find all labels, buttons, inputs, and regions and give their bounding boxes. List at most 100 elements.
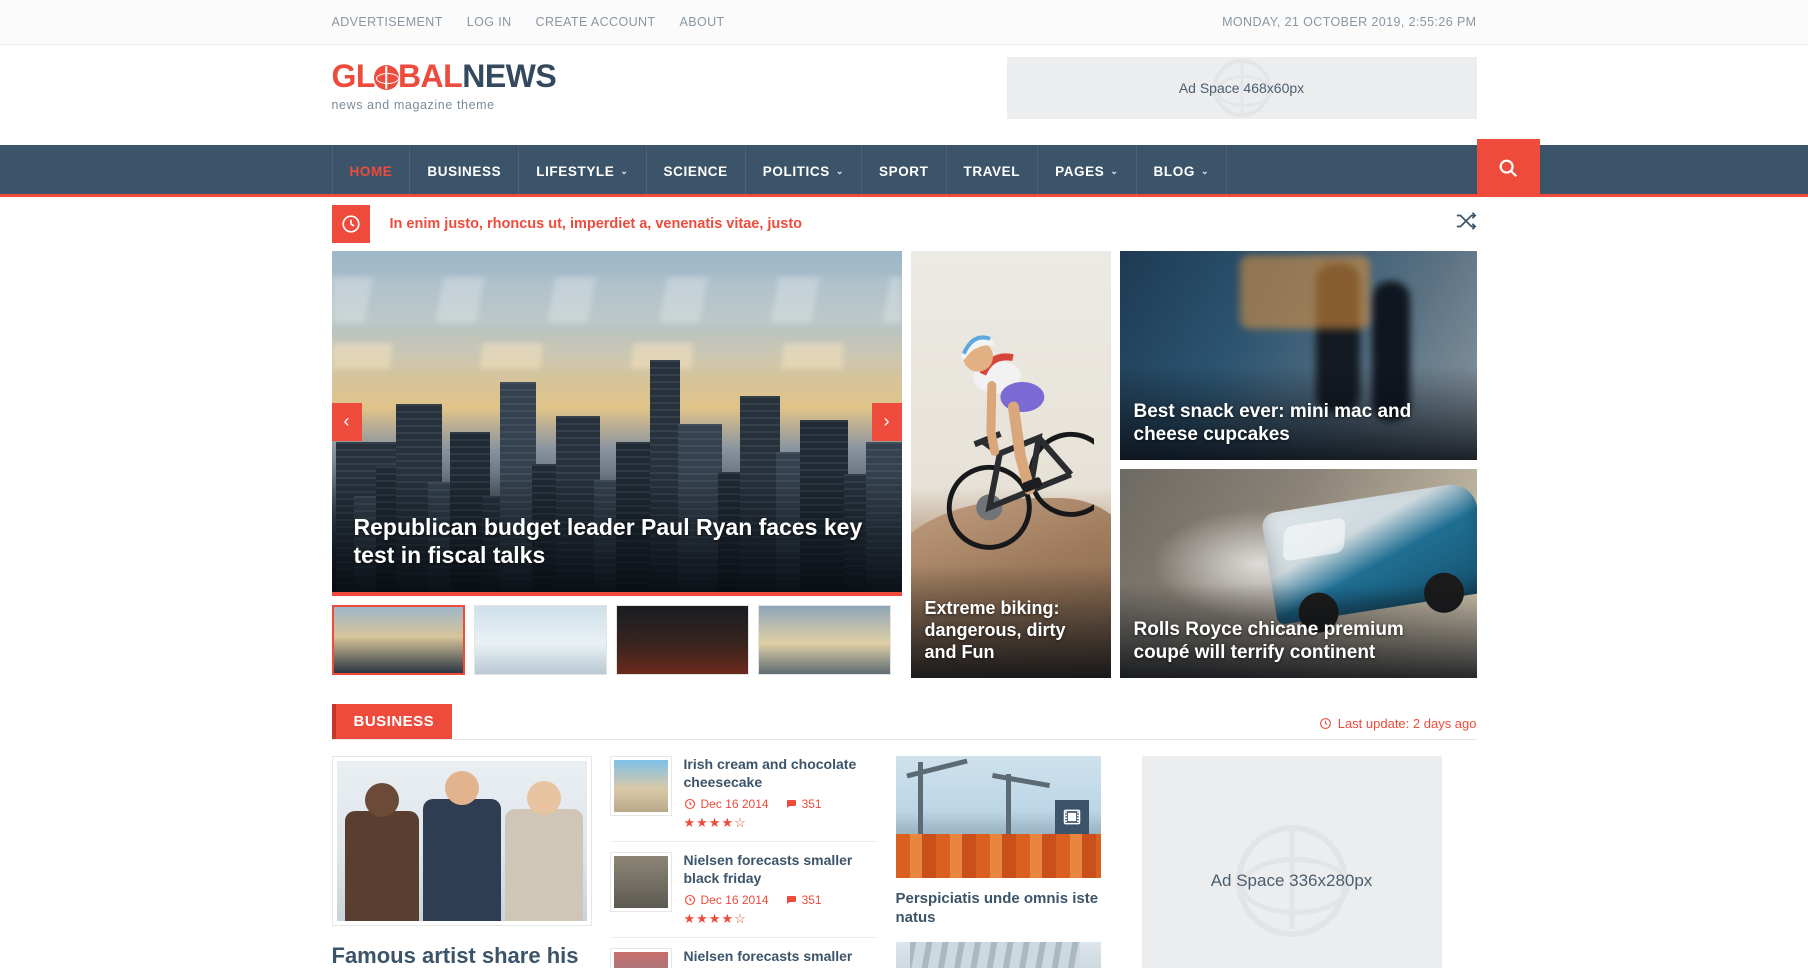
header-ad-banner[interactable]: Ad Space 468x60px xyxy=(1006,57,1477,119)
list-item[interactable]: Nielsen forecasts smaller black friday De… xyxy=(609,842,878,938)
list-item-thumbnail xyxy=(609,852,672,912)
tile-headline-biking[interactable]: Extreme biking: dangerous, dirty and Fun xyxy=(925,598,1097,664)
slider-thumb-2[interactable] xyxy=(473,605,607,675)
list-item-comment-count: 351 xyxy=(801,893,822,907)
businessman-3 xyxy=(504,809,583,921)
top-link-login[interactable]: LOG IN xyxy=(467,15,512,29)
list-item-rating: ★★★★☆ xyxy=(683,815,747,830)
hero-tile-biking[interactable]: Extreme biking: dangerous, dirty and Fun xyxy=(910,251,1111,678)
businessman-head-2 xyxy=(444,771,479,805)
cyclist-illustration xyxy=(946,335,1094,550)
list-item-date: Dec 16 2014 xyxy=(700,893,769,907)
hero-middle-column: Extreme biking: dangerous, dirty and Fun xyxy=(910,251,1111,678)
nav-item-home[interactable]: HOME xyxy=(331,145,411,197)
logo-tagline: news and magazine theme xyxy=(331,98,495,112)
nav-item-science[interactable]: SCIENCE xyxy=(647,145,746,197)
businessman-head-3 xyxy=(526,781,561,815)
logo-text-news: NEWS xyxy=(462,58,557,94)
businessman-head-1 xyxy=(364,783,399,817)
feature-image xyxy=(336,761,587,921)
top-links: ADVERTISEMENT LOG IN CREATE ACCOUNT ABOU… xyxy=(332,15,725,29)
slider-thumb-4[interactable] xyxy=(757,605,891,675)
list-item-comment-count: 351 xyxy=(801,797,822,811)
nav-item-lifestyle[interactable]: LIFESTYLE ⌄ xyxy=(519,145,647,197)
hero-tile-rolls[interactable]: Rolls Royce chicane premium coupé will t… xyxy=(1119,469,1477,678)
search-button[interactable] xyxy=(1476,139,1540,197)
chevron-down-icon: ⌄ xyxy=(1110,165,1119,176)
list-item-title[interactable]: Nielsen forecasts smaller black friday xyxy=(684,948,878,968)
list-item-date-wrap: Dec 16 2014 xyxy=(684,893,769,907)
list-item-image xyxy=(613,952,668,968)
list-item-comments-wrap: 351 xyxy=(785,797,822,811)
tile-caption-snack: Best snack ever: mini mac and cheese cup… xyxy=(1119,365,1477,460)
hero-slide[interactable]: ‹ › Republican budget leader Paul Ryan f… xyxy=(331,251,902,596)
nav-item-label: SPORT xyxy=(878,163,929,179)
slider-next-arrow[interactable]: › xyxy=(871,402,902,441)
list-item-title[interactable]: Irish cream and chocolate cheesecake xyxy=(684,756,878,791)
breaking-news-ticker: In enim justo, rhoncus ut, imperdiet a, … xyxy=(331,197,1477,251)
logo-text-gl: GL xyxy=(331,58,376,94)
video-thumbnail-2[interactable] xyxy=(895,941,1101,968)
tile-headline-rolls[interactable]: Rolls Royce chicane premium coupé will t… xyxy=(1134,618,1463,664)
slider-thumb-3[interactable] xyxy=(615,605,749,675)
hero-headline[interactable]: Republican budget leader Paul Ryan faces… xyxy=(354,513,880,571)
business-feature-column: Famous artist share his works for free xyxy=(331,756,592,968)
tile-headline-snack[interactable]: Best snack ever: mini mac and cheese cup… xyxy=(1134,400,1463,446)
business-section-body: Famous artist share his works for free I… xyxy=(331,756,1477,968)
list-item-meta: Dec 16 2014 351 xyxy=(684,797,878,811)
nav-item-label: HOME xyxy=(349,163,393,179)
clock-icon xyxy=(684,894,695,906)
header-ad-label: Ad Space 468x60px xyxy=(1178,80,1305,96)
ticker-headline[interactable]: In enim justo, rhoncus ut, imperdiet a, … xyxy=(390,216,1455,232)
nav-item-label: SCIENCE xyxy=(663,163,728,179)
top-link-advertisement[interactable]: ADVERTISEMENT xyxy=(332,15,443,29)
slider-thumb-1[interactable] xyxy=(331,605,465,675)
page-root: ADVERTISEMENT LOG IN CREATE ACCOUNT ABOU… xyxy=(0,0,1808,968)
chevron-down-icon: ⌄ xyxy=(835,165,844,176)
nav-item-label: TRAVEL xyxy=(963,163,1021,179)
section-title-business[interactable]: BUSINESS xyxy=(331,704,453,739)
top-link-create-account[interactable]: CREATE ACCOUNT xyxy=(536,15,656,29)
business-video-column: Perspiciatis unde omnis iste natus xyxy=(895,756,1124,968)
top-utility-bar: ADVERTISEMENT LOG IN CREATE ACCOUNT ABOU… xyxy=(0,0,1808,45)
top-link-about[interactable]: ABOUT xyxy=(680,15,725,29)
main-navigation: HOME BUSINESS LIFESTYLE ⌄ SCIENCE POLITICS ⌄ SP… xyxy=(0,139,1808,197)
search-icon xyxy=(1499,159,1518,178)
chevron-down-icon: ⌄ xyxy=(1200,165,1210,176)
site-logo[interactable]: GL BALNEWS news and magazine theme xyxy=(332,60,557,112)
logo-wordmark: GL BALNEWS xyxy=(332,60,557,92)
list-item-thumbnail xyxy=(609,756,672,816)
list-item[interactable]: Irish cream and chocolate cheesecake Dec … xyxy=(609,756,878,842)
nav-item-business[interactable]: BUSINESS xyxy=(410,145,520,197)
ticker-clock-badge xyxy=(331,205,370,243)
video-play-badge[interactable] xyxy=(1054,800,1089,834)
sidebar-ad[interactable]: Ad Space 336x280px xyxy=(1141,756,1442,968)
list-item[interactable]: Nielsen forecasts smaller black fridayDe… xyxy=(609,938,878,968)
nav-item-pages[interactable]: PAGES ⌄ xyxy=(1038,145,1137,197)
nav-item-label: PAGES xyxy=(1055,163,1105,179)
nav-item-blog[interactable]: BLOG ⌄ xyxy=(1137,145,1228,197)
nav-item-label: POLITICS xyxy=(762,163,830,179)
slider-thumbnails xyxy=(331,605,902,675)
feature-image-frame[interactable] xyxy=(331,756,592,926)
comment-icon xyxy=(786,896,796,904)
current-datetime: MONDAY, 21 OCTOBER 2019, 2:55:26 PM xyxy=(1222,15,1477,29)
feature-headline[interactable]: Famous artist share his works for free xyxy=(332,942,592,968)
businessman-2 xyxy=(422,799,501,921)
hero-tile-snack[interactable]: Best snack ever: mini mac and cheese cup… xyxy=(1119,251,1477,460)
list-item-title[interactable]: Nielsen forecasts smaller black friday xyxy=(684,852,878,887)
sidebar-ad-label: Ad Space 336x280px xyxy=(1210,871,1373,890)
nav-item-sport[interactable]: SPORT xyxy=(862,145,947,197)
hero-grid: ‹ › Republican budget leader Paul Ryan f… xyxy=(331,251,1477,678)
video-headline[interactable]: Perspiciatis unde omnis iste natus xyxy=(896,890,1124,928)
list-item-image xyxy=(613,760,668,812)
shuffle-icon[interactable] xyxy=(1455,210,1477,238)
film-icon xyxy=(1063,809,1080,825)
nav-item-travel[interactable]: TRAVEL xyxy=(947,145,1039,197)
video-thumbnail[interactable] xyxy=(895,756,1101,878)
list-item-thumbnail xyxy=(609,948,672,968)
list-item-meta: Dec 16 2014 351 xyxy=(684,893,878,907)
nav-item-politics[interactable]: POLITICS ⌄ xyxy=(746,145,862,197)
brand-row: GL BALNEWS news and magazine theme Ad Spa… xyxy=(0,45,1808,145)
slider-prev-arrow[interactable]: ‹ xyxy=(331,402,362,441)
